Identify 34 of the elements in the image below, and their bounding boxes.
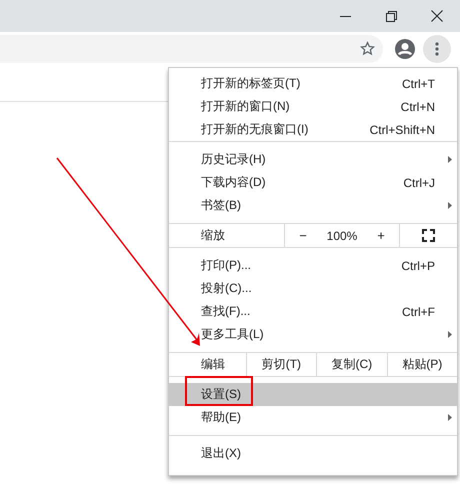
edit-action-button[interactable]: 复制(C) bbox=[316, 353, 387, 376]
submenu-arrow-icon bbox=[448, 202, 452, 209]
menu-item[interactable]: 投射(C)... bbox=[169, 277, 457, 300]
menu-item[interactable]: 打开新的无痕窗口(I) Ctrl+Shift+N bbox=[169, 118, 457, 141]
menu-item[interactable]: 打开新的标签页(T) Ctrl+T bbox=[169, 72, 457, 95]
highlight-frame bbox=[185, 376, 253, 406]
menu-item[interactable]: 书签(B) bbox=[169, 194, 457, 217]
menu-item[interactable]: 历史记录(H) bbox=[169, 148, 457, 171]
submenu-arrow-icon bbox=[448, 414, 452, 421]
edit-action-button[interactable]: 剪切(T) bbox=[246, 353, 316, 376]
zoom-out-button[interactable]: − bbox=[291, 228, 315, 243]
edit-action-button[interactable]: 粘贴(P) bbox=[386, 353, 457, 376]
close-icon bbox=[431, 10, 443, 22]
star-icon[interactable] bbox=[360, 41, 375, 56]
zoom-label: 缩放 bbox=[201, 227, 225, 244]
menu-item[interactable]: 退出(X) bbox=[169, 442, 457, 465]
submenu-arrow-icon bbox=[448, 331, 452, 338]
profile-icon bbox=[395, 38, 415, 58]
fullscreen-icon bbox=[422, 229, 435, 242]
menu-item[interactable]: 查找(F)... Ctrl+F bbox=[169, 300, 457, 323]
menu-item[interactable]: 打印(P)... Ctrl+P bbox=[169, 254, 457, 277]
more-menu-icon bbox=[435, 42, 439, 56]
fullscreen-button[interactable] bbox=[422, 229, 435, 242]
menu-item[interactable]: 帮助(E) bbox=[169, 406, 457, 429]
zoom-in-button[interactable]: + bbox=[369, 228, 393, 243]
menu-item[interactable]: 更多工具(L) bbox=[169, 323, 457, 346]
restore-icon bbox=[386, 10, 396, 22]
edit-label: 编辑 bbox=[201, 356, 225, 373]
zoom-value: 100% bbox=[326, 228, 358, 242]
menu-button[interactable] bbox=[423, 34, 451, 62]
submenu-arrow-icon bbox=[448, 156, 452, 163]
menu-item[interactable]: 打开新的窗口(N) Ctrl+N bbox=[169, 95, 457, 118]
menu-item[interactable]: 设置(S) bbox=[169, 383, 457, 406]
menu-item[interactable]: 下载内容(D) Ctrl+J bbox=[169, 171, 457, 194]
